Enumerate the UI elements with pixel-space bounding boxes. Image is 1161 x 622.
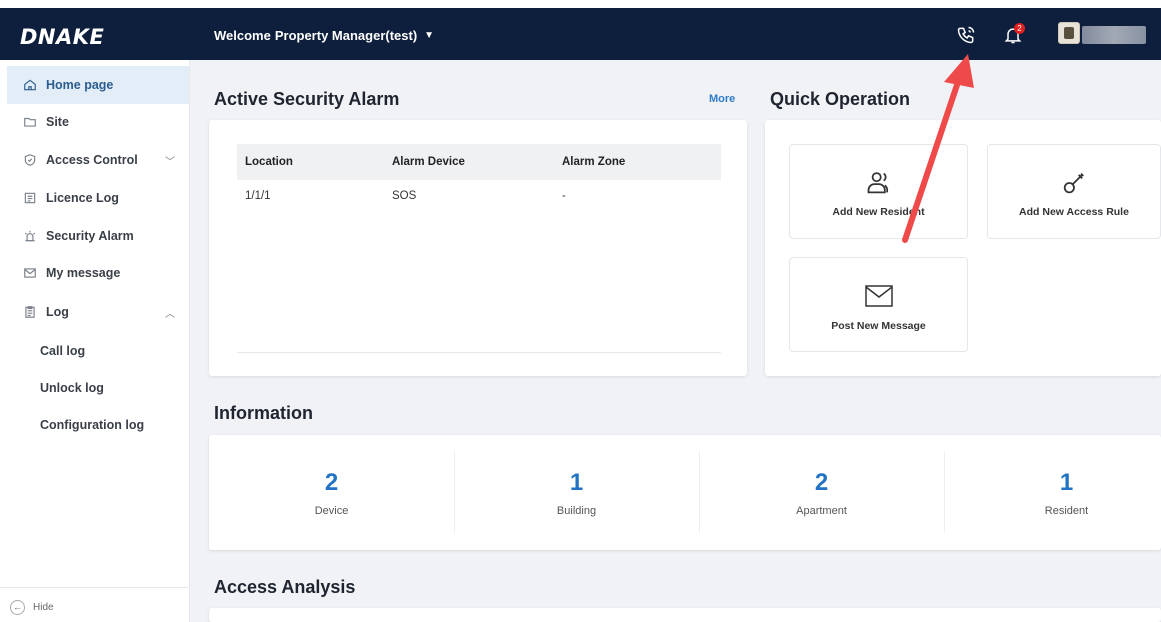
hide-label: Hide	[33, 602, 54, 613]
home-icon	[23, 78, 37, 92]
quick-label: Add New Access Rule	[1019, 206, 1129, 218]
info-section-title: Information	[214, 403, 313, 423]
sidebar-item-label: Home page	[46, 78, 114, 92]
sidebar-subitem-unlock-log[interactable]: Unlock log	[40, 381, 104, 395]
column-header: Alarm Device	[392, 156, 465, 168]
stat-label: Apartment	[796, 505, 847, 517]
top-bar: DNAKE Welcome Property Manager(test) ▼ 2	[0, 0, 1161, 60]
sidebar: Home page Site Access Control ﹀ Licence …	[0, 60, 190, 622]
user-role: Property Manager(test)	[274, 28, 418, 43]
alarm-section-title: Active Security Alarm	[214, 89, 400, 109]
welcome-menu[interactable]: Welcome Property Manager(test) ▼	[214, 28, 434, 43]
table-cell: SOS	[392, 190, 417, 202]
folder-icon	[23, 115, 37, 129]
more-link[interactable]: More	[709, 93, 735, 105]
sidebar-item-log[interactable]: Log ︿	[7, 293, 189, 331]
column-header: Location	[245, 156, 293, 168]
stat-building[interactable]: 1 Building	[454, 435, 699, 550]
stat-device[interactable]: 2 Device	[209, 435, 454, 550]
divider	[0, 587, 190, 588]
alarm-table: Location Alarm Device Alarm Zone 1/1/1 S…	[237, 144, 721, 212]
stat-label: Device	[314, 505, 349, 517]
sidebar-item-label: My message	[46, 266, 121, 280]
envelope-icon	[864, 285, 893, 307]
chevron-up-icon: ︿	[165, 309, 175, 320]
stat-value: 1	[1059, 469, 1074, 496]
avatar[interactable]	[1058, 22, 1080, 44]
sidebar-subitem-configuration-log[interactable]: Configuration log	[40, 418, 144, 432]
sidebar-item-access-control[interactable]: Access Control ﹀	[7, 141, 189, 179]
stat-label: Resident	[1044, 505, 1089, 517]
sidebar-item-security-alarm[interactable]: Security Alarm	[7, 217, 189, 255]
sidebar-item-label: Licence Log	[46, 191, 119, 205]
quick-label: Add New Resident	[832, 206, 925, 218]
license-icon	[23, 191, 37, 205]
logo: DNAKE	[20, 25, 105, 49]
analysis-section-title: Access Analysis	[214, 577, 356, 597]
sidebar-item-label: Security Alarm	[46, 229, 134, 243]
notification-badge: 2	[1014, 23, 1025, 34]
info-card: 2 Device 1 Building 2 Apartment 1 Reside…	[209, 435, 1161, 550]
caret-down-icon: ▼	[424, 30, 435, 41]
alarm-card: Location Alarm Device Alarm Zone 1/1/1 S…	[209, 120, 747, 376]
sidebar-item-site[interactable]: Site	[7, 103, 189, 141]
alarm-icon	[23, 229, 37, 243]
table-header: Location Alarm Device Alarm Zone	[237, 144, 721, 180]
add-new-resident-button[interactable]: Add New Resident	[789, 144, 968, 239]
sidebar-item-licence-log[interactable]: Licence Log	[7, 179, 189, 217]
stat-resident[interactable]: 1 Resident	[944, 435, 1161, 550]
stat-value: 2	[814, 469, 829, 496]
chevron-down-icon: ﹀	[165, 157, 175, 168]
analysis-card	[209, 608, 1161, 622]
sidebar-item-label: Access Control	[46, 153, 138, 167]
table-row[interactable]: 1/1/1 SOS -	[237, 180, 721, 212]
hide-sidebar-button[interactable]: ← Hide	[10, 600, 54, 615]
post-new-message-button[interactable]: Post New Message	[789, 257, 968, 352]
shield-icon	[23, 153, 37, 167]
stat-value: 2	[324, 469, 339, 496]
sidebar-item-my-message[interactable]: My message	[7, 254, 189, 292]
stat-label: Building	[556, 505, 597, 517]
column-header: Alarm Zone	[562, 156, 626, 168]
arrow-left-icon: ←	[10, 600, 25, 615]
table-cell: 1/1/1	[245, 190, 271, 202]
mail-icon	[23, 266, 37, 280]
sidebar-subitem-call-log[interactable]: Call log	[40, 344, 85, 358]
users-icon	[867, 172, 888, 194]
stat-apartment[interactable]: 2 Apartment	[699, 435, 944, 550]
quick-section-title: Quick Operation	[770, 89, 911, 109]
phone-icon[interactable]	[956, 25, 976, 45]
key-icon	[1063, 173, 1084, 194]
sidebar-item-label: Log	[46, 305, 69, 319]
table-cell: -	[562, 190, 566, 202]
add-new-access-rule-button[interactable]: Add New Access Rule	[987, 144, 1161, 239]
sidebar-item-home[interactable]: Home page	[7, 66, 189, 104]
user-name-redacted[interactable]	[1082, 26, 1146, 44]
stat-value: 1	[569, 469, 584, 496]
welcome-prefix: Welcome	[214, 28, 271, 43]
quick-label: Post New Message	[831, 320, 926, 332]
table-divider	[237, 352, 721, 353]
clipboard-icon	[23, 305, 37, 319]
sidebar-item-label: Site	[46, 115, 69, 129]
